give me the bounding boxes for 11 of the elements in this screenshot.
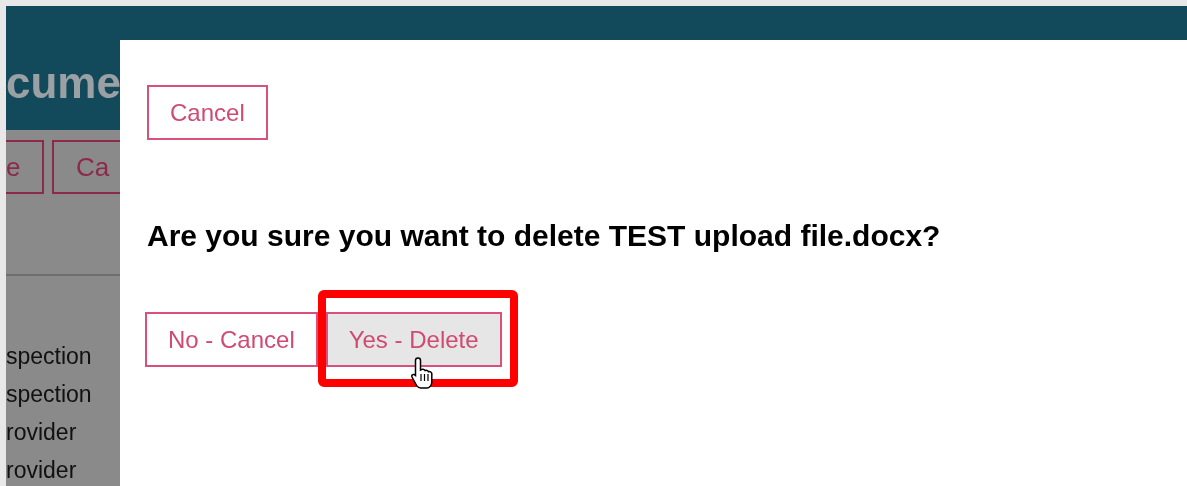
field-label: rovider — [6, 456, 77, 484]
cancel-button[interactable]: Cancel — [147, 85, 268, 140]
page-title: cume — [6, 58, 121, 108]
confirm-question: Are you sure you want to delete TEST upload file.docx? — [147, 218, 942, 254]
field-label: spection — [6, 380, 92, 408]
field-label: spection — [6, 342, 92, 370]
hand-cursor-icon — [409, 356, 436, 390]
delete-button[interactable]: Yes - Delete — [325, 312, 502, 367]
no-cancel-button[interactable]: No - Cancel — [145, 312, 318, 367]
page-button[interactable]: e — [6, 140, 44, 194]
field-label: rovider — [6, 418, 77, 446]
